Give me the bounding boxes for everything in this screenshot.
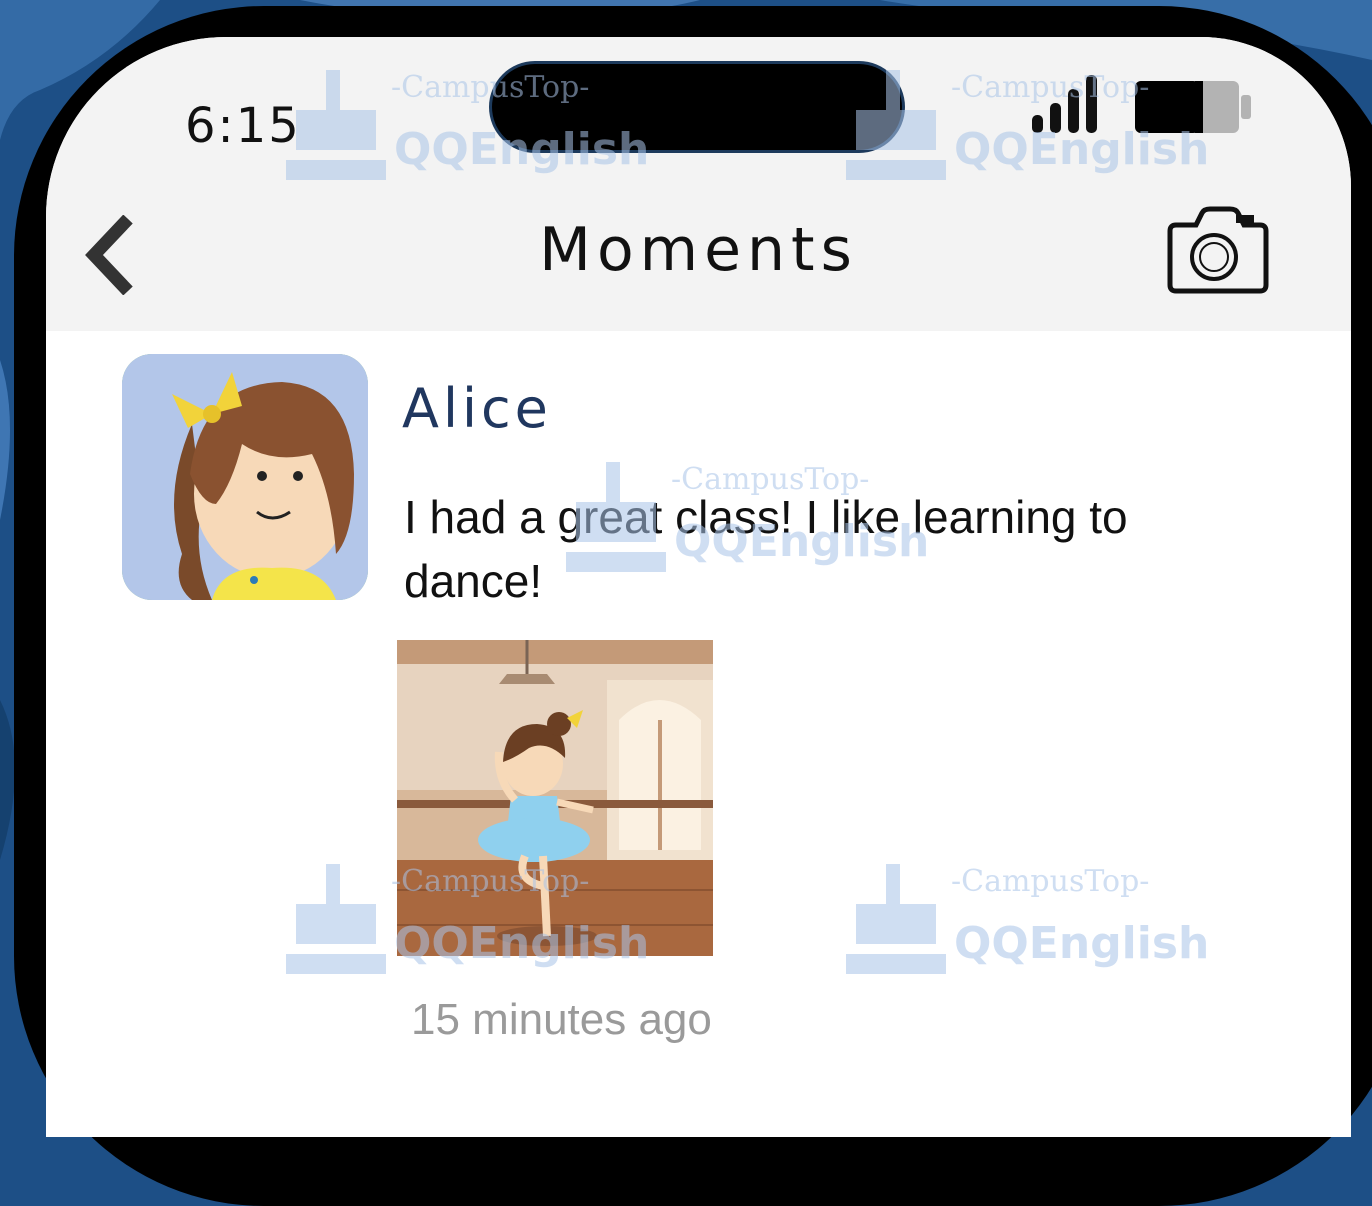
watermark-building-icon [286,70,386,180]
post-timestamp: 15 minutes ago [411,995,712,1044]
page-title: Moments [539,215,858,285]
watermark: -CampusTop- QQEnglish [286,864,649,994]
watermark-building-icon [286,864,386,974]
watermark-building-icon [846,864,946,974]
avatar[interactable] [122,354,368,600]
author-name[interactable]: Alice [402,377,552,440]
watermark: -CampusTop- QQEnglish [846,70,1209,200]
watermark-building-icon [566,462,666,572]
watermark-building-icon [846,70,946,180]
status-time: 6:15 [185,98,301,154]
watermark: -CampusTop- QQEnglish [846,864,1209,994]
camera-icon[interactable] [1162,205,1274,295]
watermark: -CampusTop- QQEnglish [286,70,649,200]
watermark: -CampusTop- QQEnglish [566,462,929,592]
girl-avatar-illustration [122,354,368,600]
